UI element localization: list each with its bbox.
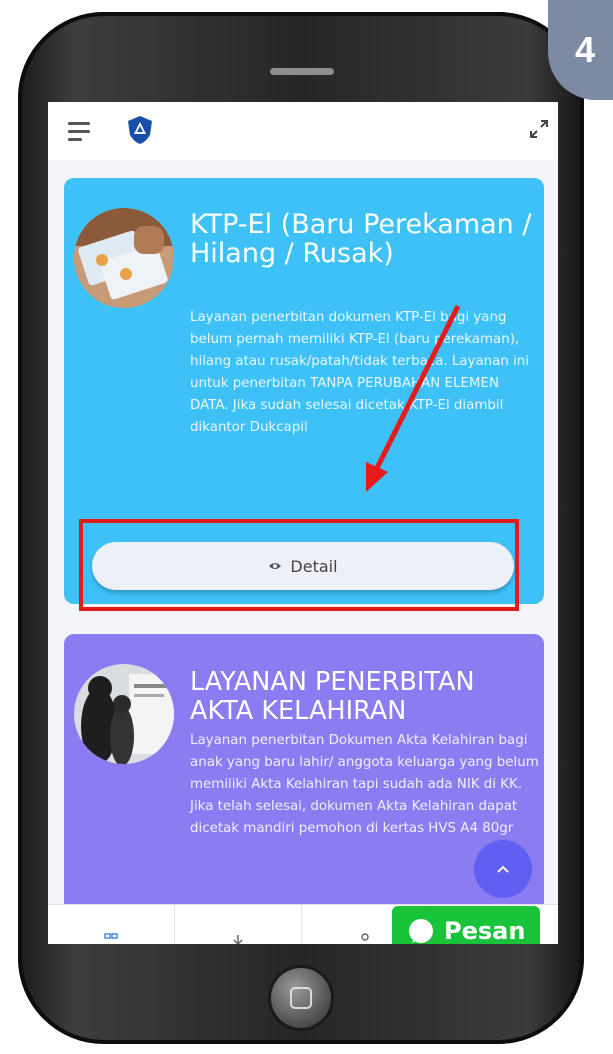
red-arrow-annotation <box>366 304 461 492</box>
